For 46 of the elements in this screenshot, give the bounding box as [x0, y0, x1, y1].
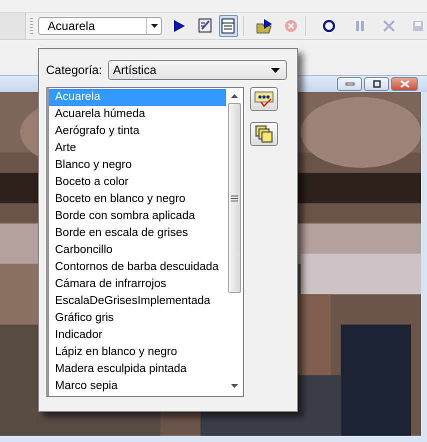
minimize-icon: [344, 82, 354, 86]
preset-item[interactable]: Blanco y negro: [49, 157, 226, 174]
caret-icon: [150, 24, 158, 28]
category-label: Categoría:: [46, 63, 102, 77]
preset-item[interactable]: Marco sepia: [49, 378, 226, 395]
pause-icon: [354, 20, 366, 32]
scroll-thumb[interactable]: [228, 103, 241, 293]
edit-button[interactable]: [250, 87, 278, 111]
list-icon: [221, 18, 236, 34]
caret-icon: [271, 68, 280, 72]
minimize-button[interactable]: [337, 77, 362, 92]
record-icon: [322, 19, 336, 34]
maximize-icon: [372, 80, 380, 88]
preset-item[interactable]: Indicador: [49, 327, 226, 344]
maximize-button[interactable]: [364, 77, 389, 92]
preset-combo[interactable]: Acuarela: [38, 17, 162, 36]
category-select[interactable]: Artística: [108, 60, 288, 80]
grip-icon: [231, 194, 238, 202]
preset-item[interactable]: Lápiz en blanco y negro: [49, 344, 226, 361]
preset-item[interactable]: Acuarela húmeda: [49, 106, 226, 123]
cancel-icon: [284, 19, 298, 34]
edit-icon: [254, 91, 274, 107]
close-button[interactable]: [391, 77, 418, 92]
preset-item[interactable]: Boceto en blanco y negro: [49, 191, 226, 208]
scroll-down-icon: [231, 384, 238, 388]
preset-item[interactable]: Cámara de infrarrojos: [49, 276, 226, 293]
play-icon: [172, 19, 186, 34]
preset-item[interactable]: Aerógrafo y tinta: [49, 123, 226, 140]
folder-icon: [256, 18, 274, 34]
copy-button[interactable]: [250, 122, 278, 146]
close-icon: [400, 80, 410, 88]
copy-icon: [255, 125, 273, 143]
toolbar-grip[interactable]: [30, 18, 33, 34]
preset-item[interactable]: Gráfico gris: [49, 310, 226, 327]
close-icon: [382, 20, 395, 32]
preset-item[interactable]: Arte: [49, 140, 226, 157]
scroll-icon: [196, 17, 214, 36]
preset-item[interactable]: Madera esculpida pintada: [49, 361, 226, 378]
preset-item[interactable]: Borde con sombra aplicada: [49, 208, 226, 225]
preset-item[interactable]: EscalaDeGrisesImplementada: [49, 293, 226, 310]
toolbar-button[interactable]: [218, 15, 238, 38]
preset-item[interactable]: Contornos de barba descuidada: [49, 259, 226, 276]
preset-item[interactable]: Boceto a color: [49, 174, 226, 191]
preset-item[interactable]: Borde en escala de grises: [49, 225, 226, 242]
preset-item[interactable]: Carboncillo: [49, 242, 226, 259]
save-icon: [412, 20, 424, 32]
